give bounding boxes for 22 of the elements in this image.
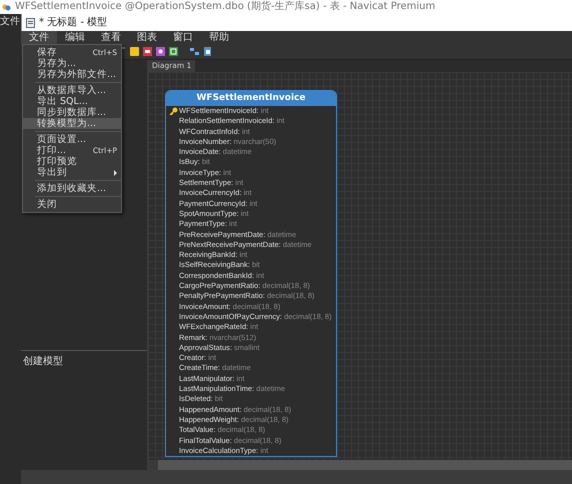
menu-item[interactable]: 编辑: [57, 31, 93, 44]
menu-item[interactable]: 导出 SQL...: [23, 96, 121, 107]
menu-item[interactable]: 同步到数据库...: [23, 107, 121, 118]
menu-item[interactable]: 页面设置...: [23, 134, 121, 145]
entity-title: WFSettlementInvoice: [166, 91, 336, 106]
menu-item[interactable]: 文件: [0, 16, 20, 27]
menu-item[interactable]: 关闭: [23, 199, 121, 210]
menu-item[interactable]: 文件: [21, 31, 57, 44]
menu-item[interactable]: 转换模型为...: [23, 118, 121, 129]
window-title: WFSettlementInvoice @OperationSystem.dbo (期货-生产库sa) - 表 - Navicat Premium: [15, 0, 436, 14]
menu-item[interactable]: 打印预览: [23, 156, 121, 167]
menu-item[interactable]: 从数据库导入...: [23, 85, 121, 96]
menu-item[interactable]: 另存为外部文件...: [23, 69, 121, 80]
menu-item[interactable]: 图表: [129, 31, 165, 44]
document-title: * 无标题 - 模型: [39, 16, 108, 30]
menu-item[interactable]: 窗口: [165, 31, 201, 44]
menu-item[interactable]: 帮助: [201, 31, 237, 44]
menu-item[interactable]: 另存为...: [23, 58, 121, 69]
menu-item[interactable]: 导出到: [23, 167, 121, 178]
menu-item[interactable]: 查看: [93, 31, 129, 44]
hint-text: 创建模型: [23, 356, 63, 367]
menu-item[interactable]: 添加到收藏夹...: [23, 183, 121, 194]
